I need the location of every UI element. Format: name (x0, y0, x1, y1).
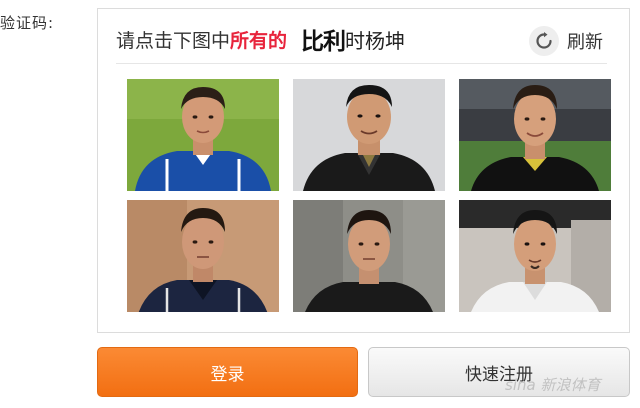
captcha-label: 验证码: (0, 14, 55, 32)
captcha-panel: 请点击下图中 所有的 比利 时杨坤 刷新 (97, 8, 630, 333)
instruction-highlight: 所有的 (230, 29, 288, 52)
captcha-tile-3[interactable] (459, 79, 611, 191)
captcha-tile-6[interactable] (459, 200, 611, 312)
captcha-tile-4[interactable] (127, 200, 279, 312)
captcha-tile-2[interactable] (293, 79, 445, 191)
instruction-divider (116, 63, 607, 64)
instruction-prefix: 请点击下图中 (116, 29, 231, 52)
refresh-button[interactable]: 刷新 (529, 26, 603, 56)
captcha-instruction: 请点击下图中 所有的 比利 时杨坤 (116, 19, 405, 59)
captcha-tile-5[interactable] (293, 200, 445, 312)
target-name-part2: 时杨坤 (345, 28, 406, 53)
target-name-part1: 比利 (301, 29, 346, 55)
refresh-label: 刷新 (567, 32, 603, 53)
captcha-tile-1[interactable] (127, 79, 279, 191)
sina-watermark: sina 新浪体育 (505, 376, 601, 394)
refresh-icon (529, 26, 559, 56)
login-page: 验证码: 请点击下图中 所有的 比利 时杨坤 刷新 登录 快速注册 sina 新… (0, 0, 640, 408)
login-button[interactable]: 登录 (97, 347, 358, 397)
